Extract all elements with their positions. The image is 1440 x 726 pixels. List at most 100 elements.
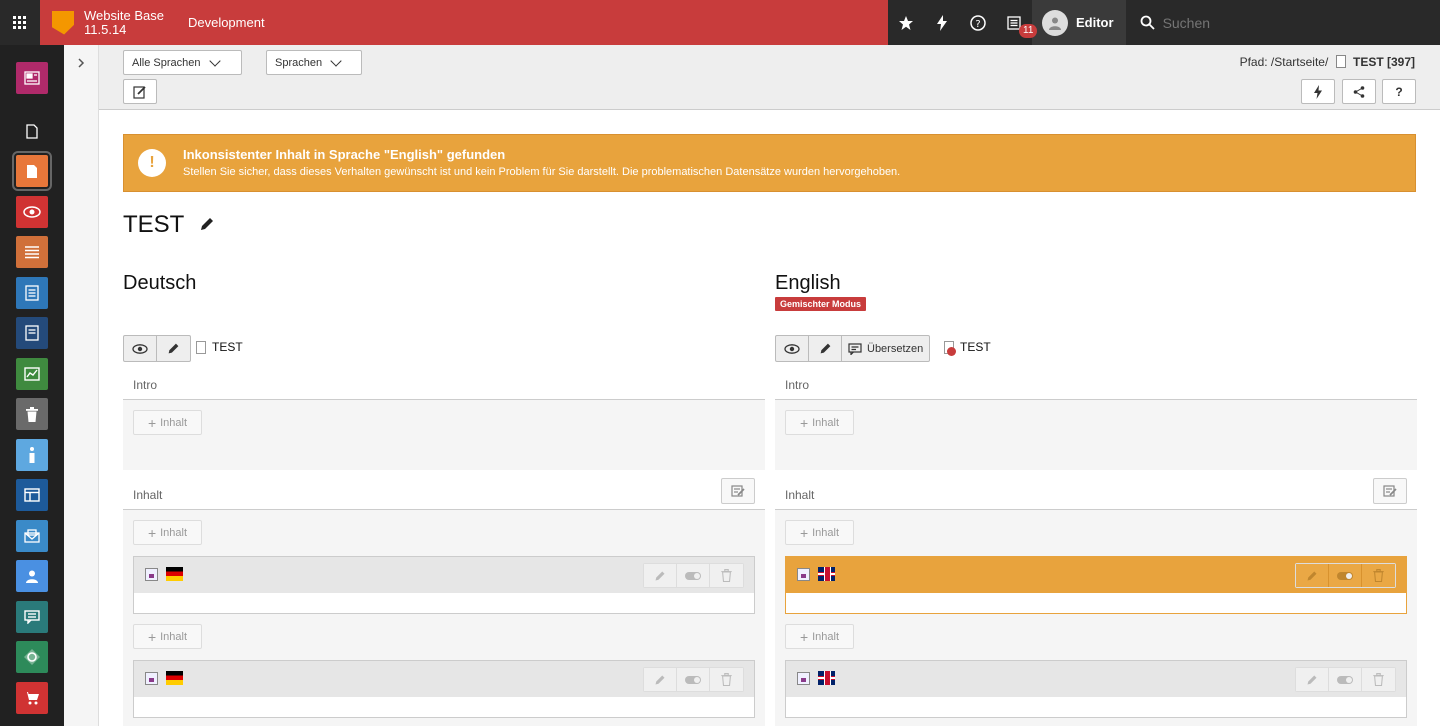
module-list-icon[interactable]: [16, 236, 48, 268]
toggle-visibility-button[interactable]: [1329, 564, 1362, 587]
module-shop-cart-icon[interactable]: [16, 682, 48, 714]
trash-icon: [721, 673, 732, 686]
eye-icon: [784, 343, 800, 354]
module-users-icon[interactable]: [16, 560, 48, 592]
module-extensions-icon[interactable]: [16, 641, 48, 673]
search-input[interactable]: [1162, 14, 1363, 31]
translate-button[interactable]: Übersetzen: [842, 336, 929, 361]
navigation-toggle-button[interactable]: [64, 45, 99, 726]
record-actions: [1295, 563, 1396, 588]
add-content-button[interactable]: + Inhalt: [785, 410, 854, 435]
translate-label: Übersetzen: [867, 342, 924, 355]
add-content-button[interactable]: + Inhalt: [785, 520, 854, 545]
topbar: Website Base 11.5.14 Development ? 11 Ed…: [0, 0, 1440, 45]
module-info-icon[interactable]: [16, 439, 48, 471]
user-menu[interactable]: Editor: [1032, 0, 1126, 45]
toolbar-items: ? 11 Editor: [888, 0, 1126, 45]
trash-icon: [1373, 569, 1384, 582]
page-edit-icon: [133, 85, 146, 99]
view-page-button[interactable]: [124, 336, 157, 361]
flag-en-icon: [818, 671, 835, 685]
system-information-icon[interactable]: 11: [996, 0, 1038, 45]
view-select[interactable]: Sprachen: [266, 50, 362, 75]
content-record[interactable]: [133, 660, 755, 718]
add-content-button[interactable]: + Inhalt: [785, 624, 854, 649]
page-action-buttons: [123, 335, 191, 362]
edit-record-button[interactable]: [1296, 564, 1329, 587]
page-link[interactable]: TEST: [944, 340, 991, 356]
content-record[interactable]: [785, 660, 1407, 718]
pencil-icon: [655, 571, 665, 580]
add-content-button[interactable]: + Inhalt: [133, 410, 202, 435]
language-select[interactable]: Alle Sprachen: [123, 50, 242, 75]
plus-icon: +: [799, 414, 809, 431]
edit-record-button[interactable]: [644, 668, 677, 691]
language-heading: English: [775, 272, 841, 294]
main-content: ! Inkonsistenter Inhalt in Sprache "Engl…: [99, 110, 1440, 726]
pencil-icon[interactable]: [199, 216, 215, 232]
plus-icon: +: [799, 628, 809, 645]
content-record[interactable]: [133, 556, 755, 614]
add-content-button[interactable]: + Inhalt: [133, 520, 202, 545]
content-record-highlighted[interactable]: [785, 556, 1407, 614]
toggle-visibility-button[interactable]: [1329, 668, 1362, 691]
page-icon: [196, 340, 206, 354]
edit-column-button[interactable]: [721, 478, 755, 504]
module-file-icon[interactable]: [16, 115, 48, 147]
typo3-logo-icon[interactable]: [52, 10, 74, 35]
flag-de-icon: [166, 567, 183, 581]
edit-page-properties-button[interactable]: [123, 79, 157, 104]
add-content-button[interactable]: + Inhalt: [133, 624, 202, 649]
module-info-document-icon[interactable]: [16, 277, 48, 309]
record-actions: [1295, 667, 1396, 692]
page-link[interactable]: TEST: [196, 340, 243, 354]
add-content-label: Inhalt: [812, 416, 840, 429]
column-body-content: + Inhalt + Inhalt: [123, 510, 765, 726]
plus-icon: +: [799, 524, 809, 541]
chevron-down-icon: [330, 54, 342, 67]
toggle-visibility-button[interactable]: [677, 668, 710, 691]
edit-column-button[interactable]: [1373, 478, 1407, 504]
alert-title: Inkonsistenter Inhalt in Sprache "Englis…: [183, 147, 506, 162]
module-comments-icon[interactable]: [16, 601, 48, 633]
record-header: [134, 661, 754, 697]
view-page-button[interactable]: [776, 336, 809, 361]
help-icon[interactable]: ?: [960, 0, 996, 45]
exclamation-icon: !: [138, 149, 166, 177]
bookmark-star-icon[interactable]: [888, 0, 924, 45]
column-header-content: Inhalt: [123, 480, 765, 510]
alert-message: Stellen Sie sicher, dass dieses Verhalte…: [183, 166, 901, 178]
module-statistics-icon[interactable]: [16, 358, 48, 390]
eye-icon: [132, 343, 148, 354]
toggle-visibility-button[interactable]: [677, 564, 710, 587]
module-recycler-trash-icon[interactable]: [16, 398, 48, 430]
edit-record-button[interactable]: [1296, 668, 1329, 691]
delete-record-button[interactable]: [1362, 564, 1395, 587]
page-action-buttons: Übersetzen: [775, 335, 931, 362]
module-newsletter-icon[interactable]: [16, 520, 48, 552]
plus-icon: +: [147, 414, 157, 431]
help-button[interactable]: ?: [1382, 79, 1416, 104]
module-page-icon[interactable]: [12, 151, 52, 191]
page-icon: [944, 340, 956, 356]
module-view-eye-icon[interactable]: [16, 196, 48, 228]
edit-record-button[interactable]: [644, 564, 677, 587]
delete-record-button[interactable]: [710, 668, 743, 691]
share-icon: [1353, 85, 1365, 98]
app-menu-icon[interactable]: [0, 0, 40, 45]
module-dashboard-icon[interactable]: [16, 62, 48, 94]
edit-page-button[interactable]: [809, 336, 842, 361]
record-header: [786, 557, 1406, 593]
clear-cache-bolt-icon[interactable]: [924, 0, 960, 45]
delete-record-button[interactable]: [1362, 668, 1395, 691]
delete-record-button[interactable]: [710, 564, 743, 587]
clear-cache-button[interactable]: [1301, 79, 1335, 104]
mixed-mode-badge: Gemischter Modus: [775, 297, 867, 311]
module-reports-icon[interactable]: [16, 317, 48, 349]
edit-column-icon: [731, 485, 745, 497]
share-button[interactable]: [1342, 79, 1376, 104]
chevron-right-icon: [78, 58, 85, 68]
add-content-label: Inhalt: [160, 630, 188, 643]
edit-page-button[interactable]: [157, 336, 190, 361]
module-layout-icon[interactable]: [16, 479, 48, 511]
